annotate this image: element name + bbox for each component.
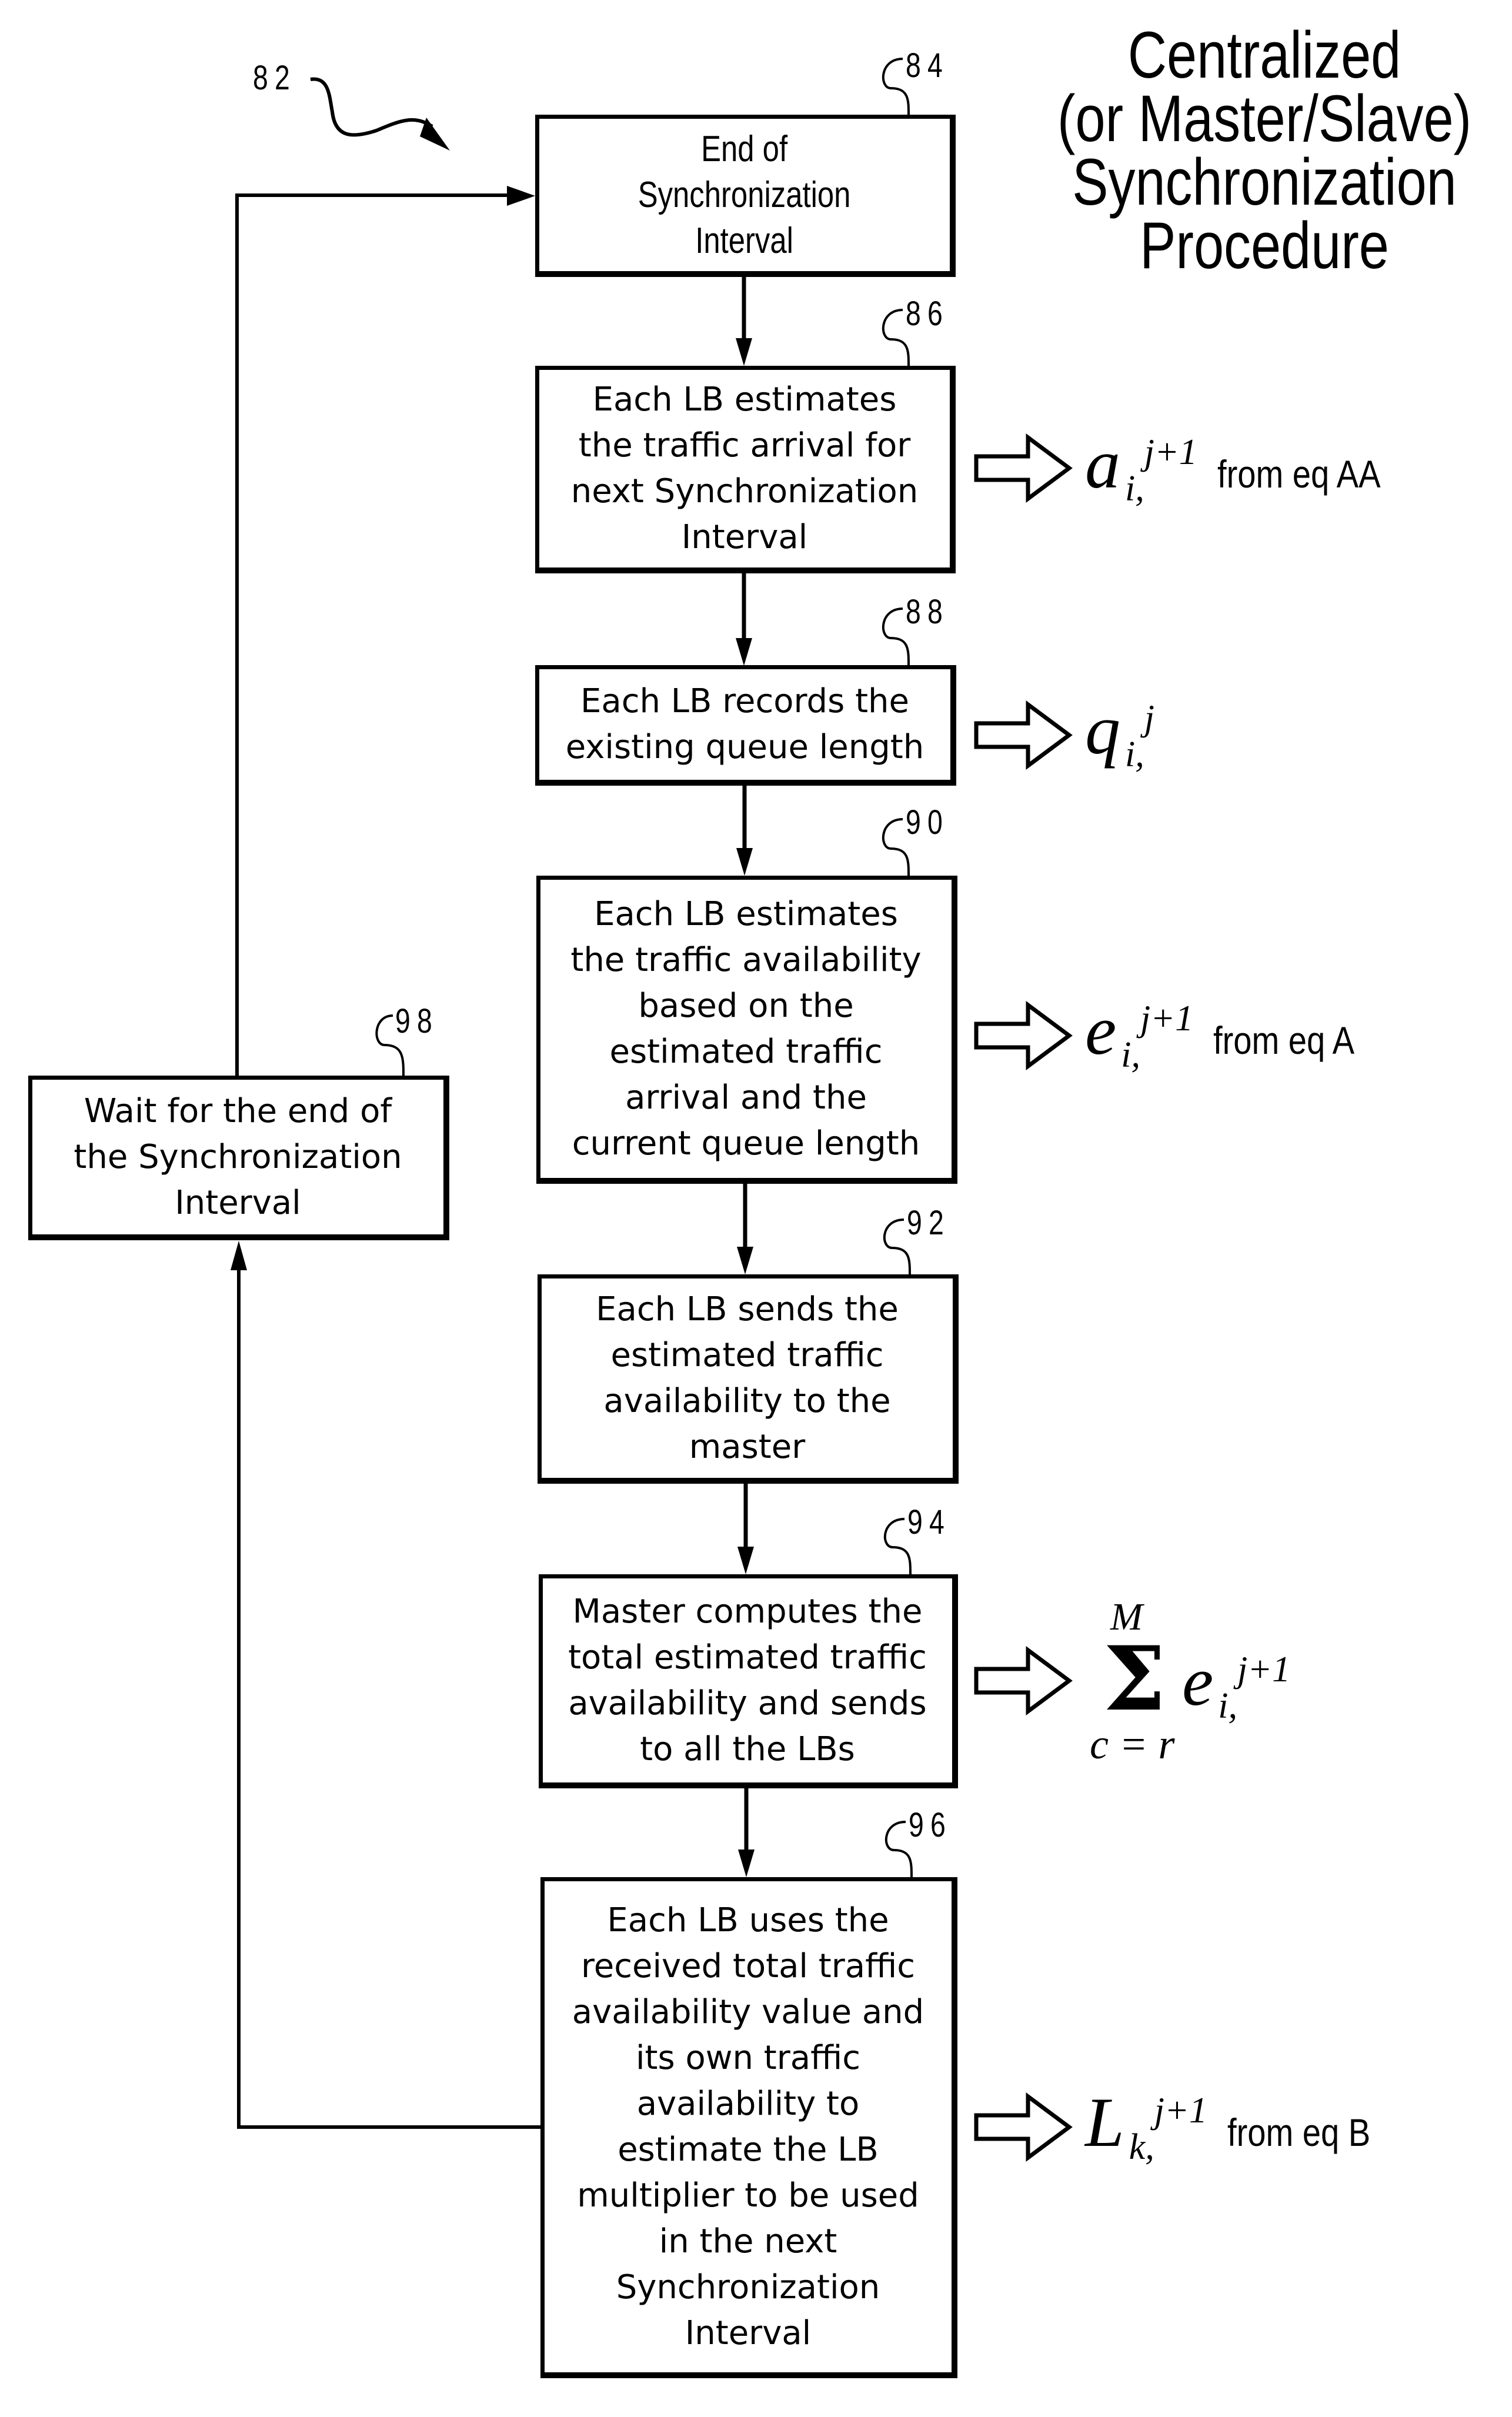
step-text-88: Each LB records the existing queue lengt… bbox=[565, 682, 924, 766]
figure-reference-numeral: 82 bbox=[253, 59, 297, 97]
step-ref-98: 98 bbox=[395, 1002, 439, 1040]
step-text-90: Each LB estimates the traffic availabili… bbox=[570, 894, 922, 1163]
output-arrow-queue bbox=[974, 700, 1073, 770]
arrival-subscript: i, bbox=[1125, 469, 1144, 509]
availability-superscript: j+1 bbox=[1140, 999, 1194, 1039]
output-arrow-multiplier bbox=[974, 2092, 1073, 2162]
total-subscript: i, bbox=[1218, 1686, 1237, 1726]
arrival-superscript: j+1 bbox=[1144, 432, 1197, 472]
availability-symbol: e bbox=[1085, 991, 1117, 1069]
arrowhead-94 bbox=[737, 1547, 754, 1574]
leader-90 bbox=[882, 818, 910, 876]
leader-92 bbox=[883, 1218, 911, 1275]
sum-term: e i,j+1 bbox=[1182, 1641, 1291, 1726]
sum-operator: Σ bbox=[1103, 1627, 1166, 1731]
step-box-88: Each LB records the existing queue lengt… bbox=[535, 665, 956, 786]
figure-title: Centralized (or Master/Slave) Synchroniz… bbox=[1057, 18, 1472, 282]
arrival-symbol: a bbox=[1085, 425, 1120, 503]
leader-88 bbox=[882, 607, 910, 666]
sum-lower-limit: c = r bbox=[1090, 1721, 1175, 1768]
step-box-94: Master computes the total estimated traf… bbox=[539, 1574, 958, 1788]
arrowhead-86 bbox=[736, 338, 752, 366]
output-arrow-availability bbox=[974, 1001, 1073, 1070]
step-box-86: Each LB estimates the traffic arrival fo… bbox=[535, 366, 956, 573]
output-arrival-expression: a i,j+1 from eq AA bbox=[1085, 423, 1409, 509]
figure-pointer-arrow bbox=[310, 77, 433, 137]
queue-subscript: i, bbox=[1125, 735, 1144, 774]
step-box-84: End of Synchronization Interval bbox=[535, 115, 956, 277]
queue-symbol: q bbox=[1085, 690, 1120, 769]
multiplier-subscript: k, bbox=[1129, 2127, 1154, 2167]
step-ref-84: 84 bbox=[906, 46, 950, 85]
output-queue-expression: q i,j bbox=[1085, 689, 1154, 774]
feedback-arrowhead-to-98 bbox=[231, 1241, 247, 1270]
step-ref-96: 96 bbox=[909, 1806, 953, 1844]
step-ref-88: 88 bbox=[906, 593, 950, 631]
step-text-86: Each LB estimates the traffic arrival fo… bbox=[570, 380, 919, 556]
arrowhead-92 bbox=[737, 1247, 753, 1274]
flowchart-figure: 82 Centralized (or Master/Slave) Synchro… bbox=[0, 0, 1512, 2417]
total-symbol: e bbox=[1182, 1642, 1214, 1720]
leader-96 bbox=[885, 1821, 913, 1878]
step-ref-94: 94 bbox=[907, 1503, 952, 1541]
multiplier-source-note: from eq B bbox=[1227, 2111, 1371, 2154]
step-box-92: Each LB sends the estimated traffic avai… bbox=[538, 1274, 959, 1484]
step-ref-90: 90 bbox=[906, 803, 950, 842]
output-arrow-total bbox=[974, 1646, 1073, 1715]
step-box-98: Wait for the end of the Synchronization … bbox=[28, 1076, 449, 1240]
feedback-arrowhead-to-84 bbox=[507, 186, 535, 206]
step-ref-86: 86 bbox=[906, 295, 950, 333]
leader-94 bbox=[884, 1518, 912, 1575]
queue-superscript: j bbox=[1144, 698, 1154, 738]
output-arrows bbox=[974, 433, 1073, 2162]
total-superscript: j+1 bbox=[1237, 1650, 1291, 1690]
arrowhead-88 bbox=[736, 638, 752, 666]
arrowhead-90 bbox=[736, 848, 753, 876]
step-ref-92: 92 bbox=[907, 1204, 951, 1242]
arrowhead-96 bbox=[738, 1850, 755, 1877]
step-box-96: Each LB uses the received total traffic … bbox=[540, 1877, 957, 2378]
arrival-source-note: from eq AA bbox=[1217, 452, 1381, 496]
output-arrow-arrival bbox=[974, 433, 1073, 503]
step-text-98: Wait for the end of the Synchronization … bbox=[74, 1091, 402, 1222]
leader-86 bbox=[882, 309, 910, 366]
feedback-line-top bbox=[235, 193, 512, 1076]
step-text-94: Master computes the total estimated traf… bbox=[568, 1592, 927, 1768]
multiplier-superscript: j+1 bbox=[1154, 2091, 1207, 2131]
availability-subscript: i, bbox=[1121, 1035, 1140, 1075]
step-text-84: End of Synchronization Interval bbox=[638, 128, 851, 261]
output-availability-expression: e i,j+1 from eq A bbox=[1085, 990, 1380, 1075]
multiplier-symbol: L bbox=[1085, 2083, 1124, 2161]
step-text-96: Each LB uses the received total traffic … bbox=[572, 1901, 924, 2352]
output-multiplier-expression: Lk,j+1 from eq B bbox=[1085, 2082, 1396, 2167]
step-box-90: Each LB estimates the traffic availabili… bbox=[536, 876, 957, 1184]
availability-source-note: from eq A bbox=[1213, 1019, 1355, 1062]
feedback-line-bottom bbox=[237, 1270, 540, 2129]
step-text-92: Each LB sends the estimated traffic avai… bbox=[596, 1290, 899, 1466]
leader-84 bbox=[882, 58, 910, 115]
